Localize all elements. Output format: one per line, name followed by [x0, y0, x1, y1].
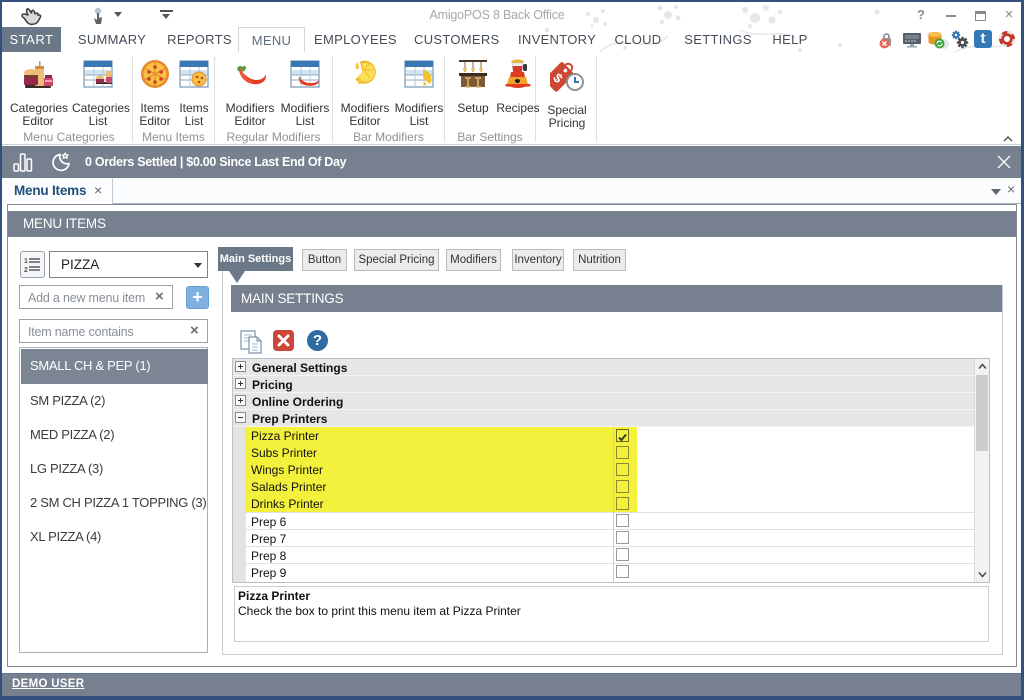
svg-text:1: 1 [24, 258, 28, 265]
svg-text:2: 2 [24, 267, 28, 273]
